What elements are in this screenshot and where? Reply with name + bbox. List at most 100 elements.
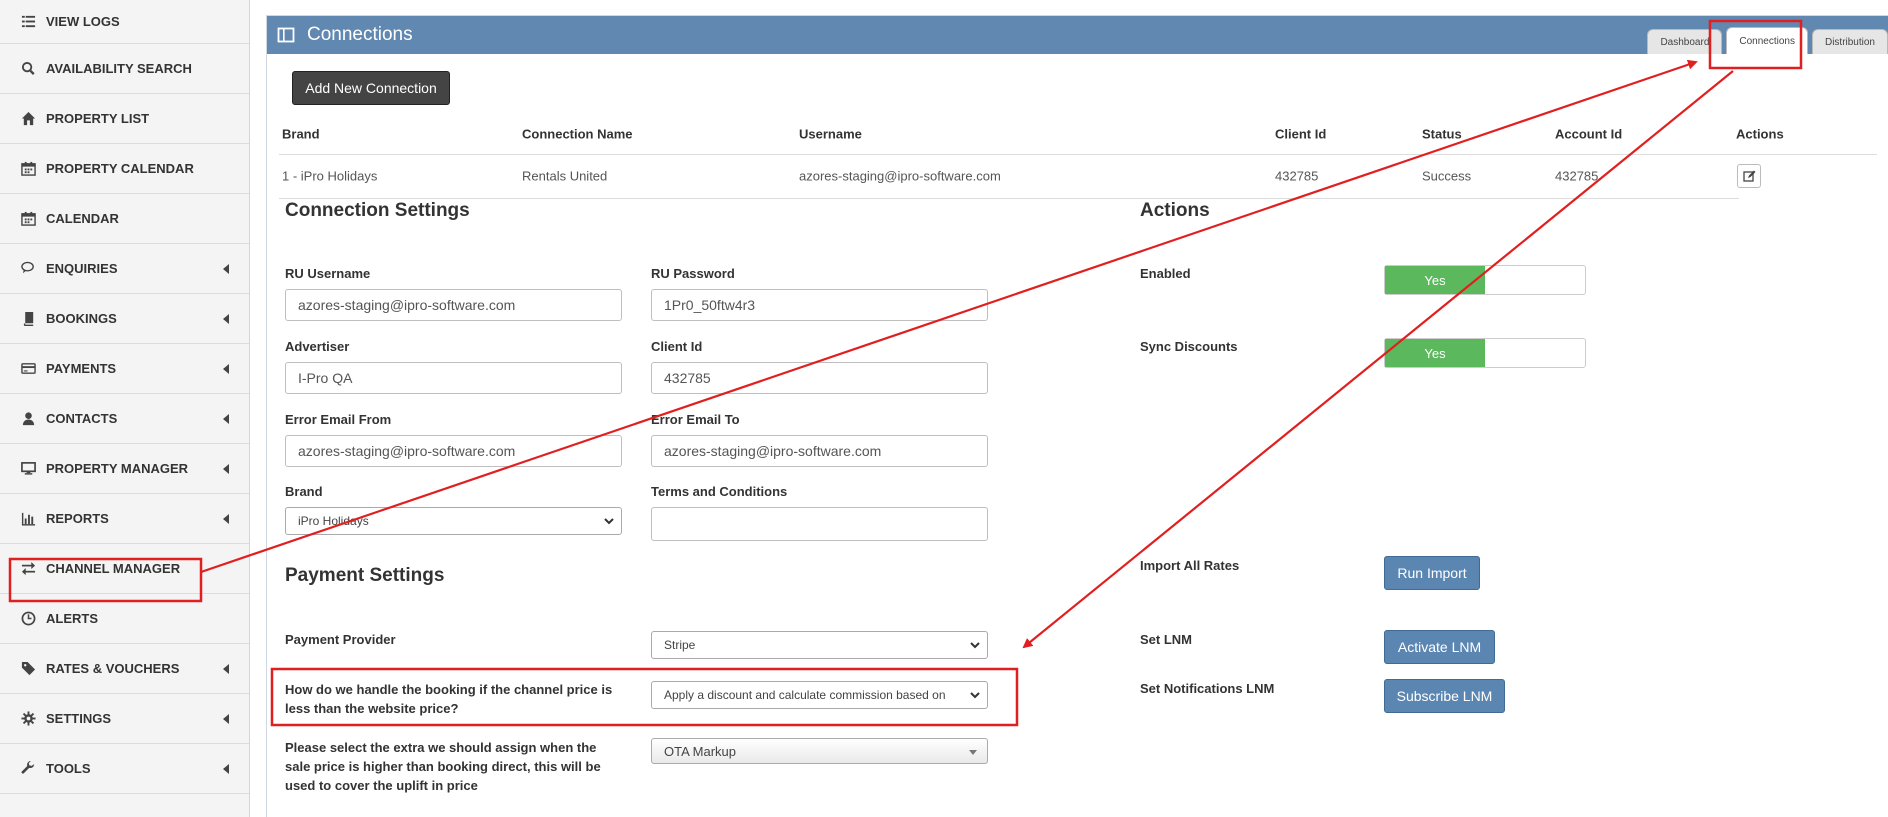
- chevron-down-icon: [604, 518, 614, 525]
- caret-left-icon: [223, 663, 229, 674]
- credit-card-icon: [20, 361, 36, 377]
- advertiser-field[interactable]: I-Pro QA: [285, 362, 622, 394]
- sync-discounts-toggle-yes: Yes: [1385, 339, 1485, 367]
- caret-left-icon: [223, 763, 229, 774]
- sidebar-item-tools[interactable]: TOOLS: [0, 744, 249, 794]
- sidebar-item-label: REPORTS: [46, 511, 109, 526]
- payment-provider-value: Stripe: [664, 638, 696, 652]
- exchange-icon: [20, 561, 36, 577]
- column-header-client-id: Client Id: [1275, 126, 1327, 142]
- cell-username: azores-staging@ipro-software.com: [799, 168, 1001, 184]
- caret-left-icon: [223, 313, 229, 324]
- sidebar-item-property-calendar[interactable]: PROPERTY CALENDAR: [0, 144, 249, 194]
- sidebar-item-reports[interactable]: REPORTS: [0, 494, 249, 544]
- table-header: Brand Connection Name Username Client Id…: [279, 114, 1877, 155]
- ru-password-label: RU Password: [651, 266, 735, 281]
- set-lnm-label: Set LNM: [1140, 632, 1192, 647]
- cell-brand: 1 - iPro Holidays: [282, 168, 378, 184]
- tab-connections[interactable]: Connections: [1726, 27, 1808, 54]
- enabled-toggle[interactable]: Yes: [1384, 265, 1586, 295]
- terms-field[interactable]: [651, 507, 988, 541]
- sidebar-item-label: PAYMENTS: [46, 361, 117, 376]
- caret-left-icon: [223, 413, 229, 424]
- channel-price-select[interactable]: Apply a discount and calculate commissio…: [651, 681, 988, 709]
- error-email-from-field[interactable]: azores-staging@ipro-software.com: [285, 435, 622, 467]
- sidebar-item-label: ENQUIRIES: [46, 261, 118, 276]
- add-new-connection-button[interactable]: Add New Connection: [292, 71, 450, 105]
- search-icon: [20, 61, 36, 77]
- sync-discounts-toggle[interactable]: Yes: [1384, 338, 1586, 368]
- subscribe-lnm-button[interactable]: Subscribe LNM: [1384, 679, 1505, 713]
- table-row: 1 - iPro Holidays Rentals United azores-…: [279, 154, 1739, 199]
- payment-settings-title: Payment Settings: [285, 565, 445, 586]
- cell-client-id: 432785: [1275, 168, 1319, 184]
- cell-account-id: 432785: [1555, 168, 1599, 184]
- run-import-button[interactable]: Run Import: [1384, 556, 1480, 590]
- ru-username-field[interactable]: azores-staging@ipro-software.com: [285, 289, 622, 321]
- brand-label: Brand: [285, 484, 323, 499]
- extra-select[interactable]: OTA Markup: [651, 738, 988, 764]
- activate-lnm-button[interactable]: Activate LNM: [1384, 630, 1495, 664]
- sidebar-item-label: SETTINGS: [46, 711, 112, 726]
- sidebar-item-rates-vouchers[interactable]: RATES & VOUCHERS: [0, 644, 249, 694]
- set-notifications-lnm-label: Set Notifications LNM: [1140, 681, 1275, 696]
- sidebar-item-label: VIEW LOGS: [46, 14, 120, 29]
- home-icon: [20, 111, 36, 127]
- chevron-down-icon: [970, 692, 980, 699]
- caret-left-icon: [223, 263, 229, 274]
- sidebar-item-enquiries[interactable]: ENQUIRIES: [0, 244, 249, 294]
- enabled-toggle-yes: Yes: [1385, 266, 1485, 294]
- cell-status: Success: [1422, 168, 1472, 184]
- column-header-actions: Actions: [1736, 126, 1784, 142]
- chevron-down-icon: [970, 642, 980, 649]
- error-email-to-field[interactable]: azores-staging@ipro-software.com: [651, 435, 988, 467]
- column-header-brand: Brand: [282, 126, 320, 142]
- client-id-field[interactable]: 432785: [651, 362, 988, 394]
- edit-icon: [1742, 170, 1755, 182]
- sidebar-item-label: PROPERTY MANAGER: [46, 461, 189, 476]
- sidebar-item-label: BOOKINGS: [46, 311, 117, 326]
- user-icon: [20, 411, 36, 427]
- sidebar-item-bookings[interactable]: BOOKINGS: [0, 294, 249, 344]
- channel-price-label: How do we handle the booking if the chan…: [285, 682, 613, 716]
- connections-panel: Connections Dashboard Connections Distri…: [266, 15, 1888, 817]
- ru-username-label: RU Username: [285, 266, 371, 281]
- calendar-icon: [20, 211, 36, 227]
- sidebar-item-property-list[interactable]: PROPERTY LIST: [0, 94, 249, 144]
- import-all-rates-label: Import All Rates: [1140, 558, 1240, 573]
- client-id-label: Client Id: [651, 339, 703, 354]
- edit-connection-button[interactable]: [1737, 164, 1761, 188]
- channel-price-value: Apply a discount and calculate commissio…: [664, 688, 946, 702]
- gear-icon: [20, 711, 36, 727]
- sidebar-item-settings[interactable]: SETTINGS: [0, 694, 249, 744]
- sidebar-item-alerts[interactable]: ALERTS: [0, 594, 249, 644]
- error-email-from-label: Error Email From: [285, 412, 392, 427]
- sidebar-item-view-logs[interactable]: VIEW LOGS: [0, 0, 249, 44]
- sidebar-item-label: ALERTS: [46, 611, 98, 626]
- sidebar-item-channel-manager[interactable]: CHANNEL MANAGER: [0, 544, 249, 594]
- tab-dashboard[interactable]: Dashboard: [1647, 29, 1723, 54]
- sidebar-item-label: CONTACTS: [46, 411, 118, 426]
- connection-settings-title: Connection Settings: [285, 200, 470, 221]
- brand-select-value: iPro Holidays: [298, 514, 369, 528]
- page-title: Connections: [307, 24, 413, 45]
- sidebar-item-property-manager[interactable]: PROPERTY MANAGER: [0, 444, 249, 494]
- actions-title: Actions: [1140, 200, 1210, 221]
- sidebar-item-contacts[interactable]: CONTACTS: [0, 394, 249, 444]
- column-header-account-id: Account Id: [1555, 126, 1623, 142]
- columns-icon: [277, 27, 295, 43]
- payment-provider-select[interactable]: Stripe: [651, 631, 988, 659]
- tab-distribution[interactable]: Distribution: [1811, 29, 1888, 54]
- clock-icon: [20, 611, 36, 627]
- cell-connection-name: Rentals United: [522, 168, 608, 184]
- sidebar-item-calendar[interactable]: CALENDAR: [0, 194, 249, 244]
- calendar-icon: [20, 161, 36, 177]
- sidebar-item-availability-search[interactable]: AVAILABILITY SEARCH: [0, 44, 249, 94]
- sidebar-item-label: CALENDAR: [46, 211, 119, 226]
- book-icon: [20, 311, 36, 327]
- brand-select[interactable]: iPro Holidays: [285, 507, 622, 535]
- sidebar-item-payments[interactable]: PAYMENTS: [0, 344, 249, 394]
- ru-password-field[interactable]: 1Pr0_50ftw4r3: [651, 289, 988, 321]
- panel-header: Connections Dashboard Connections Distri…: [267, 16, 1888, 54]
- sidebar-item-label: AVAILABILITY SEARCH: [46, 61, 192, 76]
